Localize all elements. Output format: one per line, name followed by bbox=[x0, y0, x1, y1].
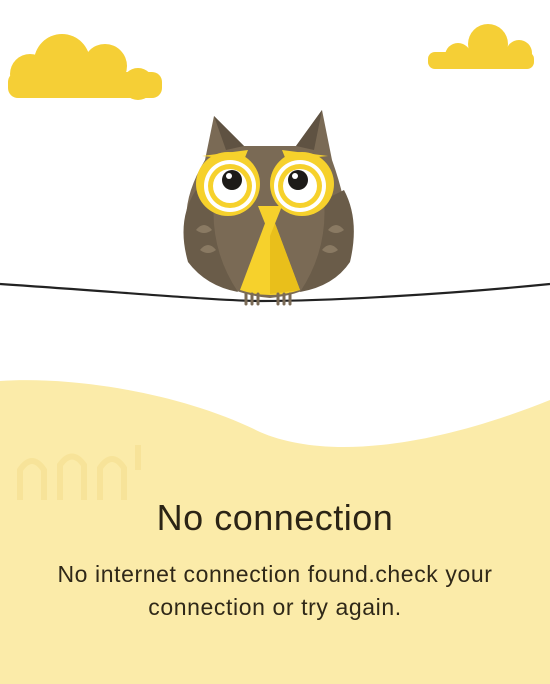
no-connection-screen: No connection No internet connection fou… bbox=[0, 0, 550, 684]
cloud-icon bbox=[8, 34, 162, 100]
owl-on-wire-illustration bbox=[183, 110, 354, 306]
error-title: No connection bbox=[156, 497, 394, 538]
error-message-block: No connection No internet connection fou… bbox=[0, 492, 550, 624]
cloud-icon bbox=[428, 24, 534, 69]
error-description: No internet connection found.check your … bbox=[57, 561, 493, 620]
